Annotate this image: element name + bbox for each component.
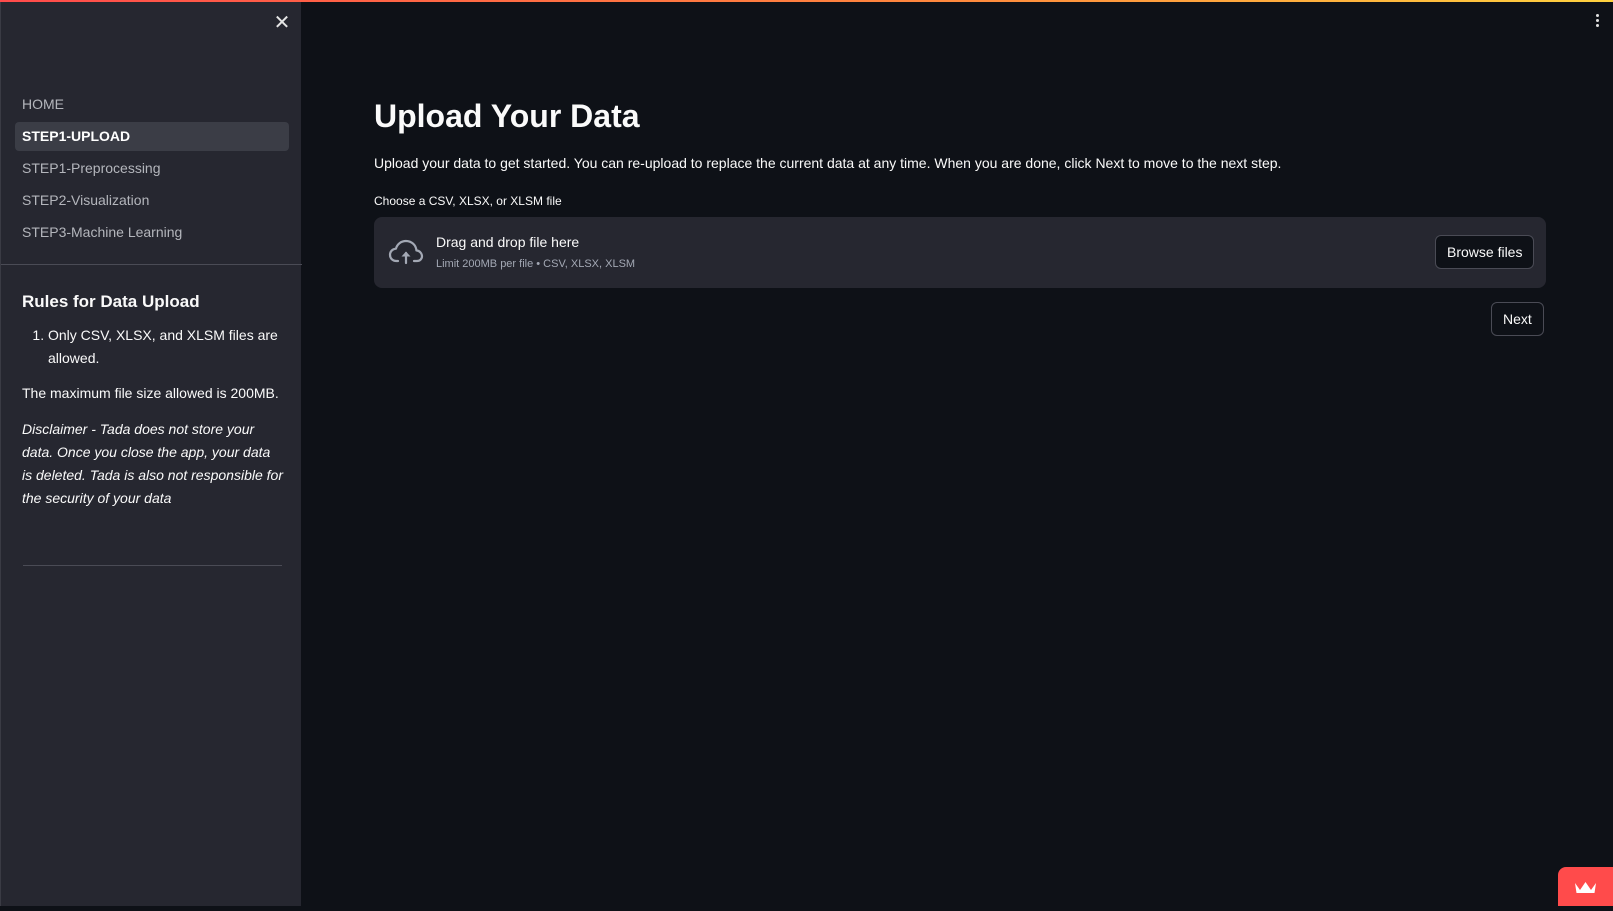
page-title: Upload Your Data: [374, 98, 640, 134]
file-uploader-label: Choose a CSV, XLSX, or XLSM file: [374, 194, 562, 208]
rules-title: Rules for Data Upload: [22, 292, 200, 311]
rules-list: Only CSV, XLSX, and XLSM files are allow…: [22, 324, 284, 370]
sidebar-item-step1-preprocessing[interactable]: STEP1-Preprocessing: [15, 154, 289, 183]
max-size-text: The maximum file size allowed is 200MB.: [22, 385, 279, 401]
sidebar-item-step1-upload[interactable]: STEP1-UPLOAD: [15, 122, 289, 151]
sidebar-nav: HOME STEP1-UPLOAD STEP1-Preprocessing ST…: [15, 90, 289, 250]
cloud-upload-icon: [388, 239, 424, 265]
top-decoration-bar: [0, 0, 1613, 2]
upload-rules: Rules for Data Upload Only CSV, XLSX, an…: [22, 292, 284, 510]
sidebar-item-home[interactable]: HOME: [15, 90, 289, 119]
sidebar-item-step2-visualization[interactable]: STEP2-Visualization: [15, 186, 289, 215]
sidebar-item-step3-machine-learning[interactable]: STEP3-Machine Learning: [15, 218, 289, 247]
intro-text: Upload your data to get started. You can…: [374, 155, 1282, 171]
next-button[interactable]: Next: [1491, 302, 1544, 336]
rules-divider: [23, 565, 282, 566]
rule-item: Only CSV, XLSX, and XLSM files are allow…: [48, 324, 284, 370]
crown-icon[interactable]: [1558, 867, 1613, 906]
disclaimer-text: Disclaimer - Tada does not store your da…: [22, 421, 283, 506]
close-icon[interactable]: ✕: [271, 12, 293, 34]
browse-files-button[interactable]: Browse files: [1435, 235, 1535, 269]
dropzone-instruction: Drag and drop file here: [436, 234, 580, 250]
dropzone-limit-text: Limit 200MB per file • CSV, XLSX, XLSM: [436, 258, 636, 270]
crown-icon-glyph: [1575, 882, 1596, 893]
file-dropzone[interactable]: Drag and drop file here Limit 200MB per …: [374, 217, 1546, 288]
nav-divider: [1, 264, 302, 265]
sidebar: ✕ HOME STEP1-UPLOAD STEP1-Preprocessing …: [0, 0, 302, 906]
kebab-menu-icon[interactable]: [1590, 12, 1604, 32]
